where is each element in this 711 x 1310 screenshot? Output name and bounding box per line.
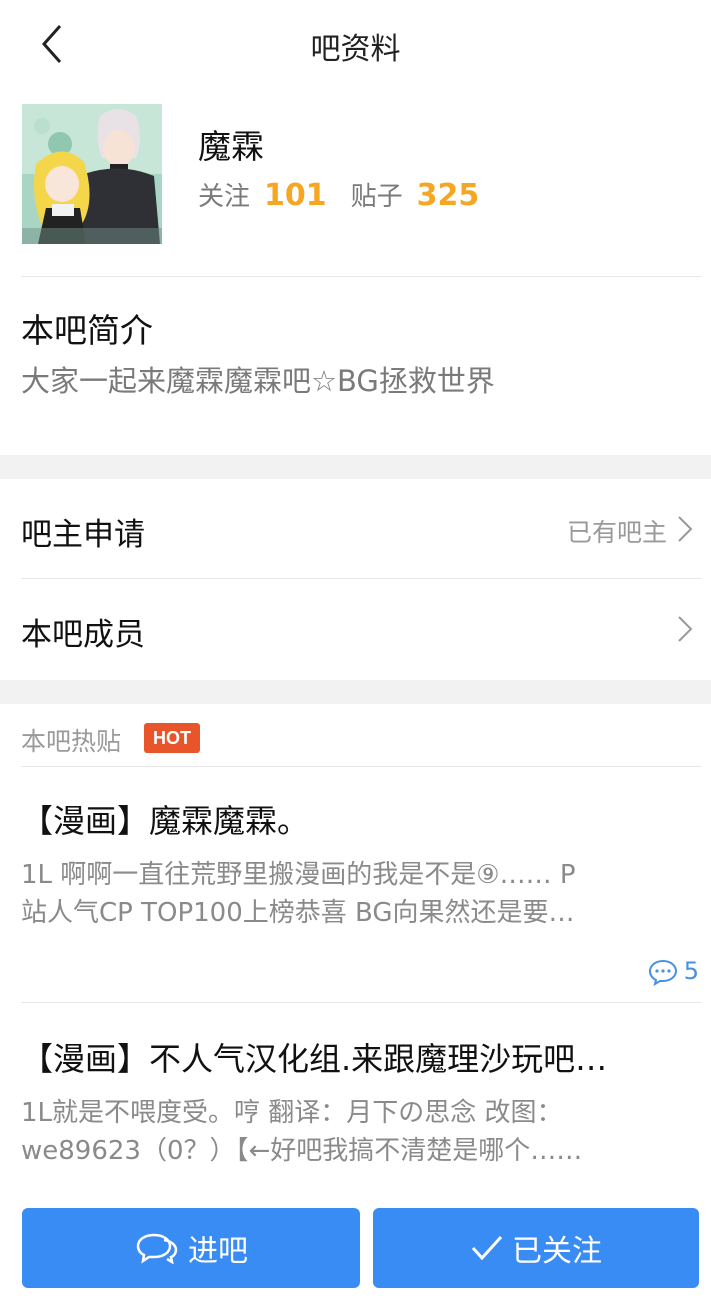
row-label: 吧主申请 xyxy=(21,517,145,553)
enter-forum-label: 进吧 xyxy=(188,1234,248,1269)
divider xyxy=(21,276,701,277)
posts-count: 325 xyxy=(416,178,480,213)
chat-icon xyxy=(136,1233,178,1264)
post-abstract: 1L就是不喂度受。哼 翻译：月下の思念 改图： we89623（0？）【←好吧我… xyxy=(21,1094,681,1170)
post-abstract-line: 1L 啊啊一直往荒野里搬漫画的我是不是⑨…… P xyxy=(21,860,576,890)
section-gap xyxy=(0,680,711,704)
divider xyxy=(21,1002,701,1003)
row-value: 已有吧主 xyxy=(566,518,667,547)
post-title: 【漫画】魔霖魔霖。 xyxy=(21,802,310,840)
top-bar: 吧资料 xyxy=(0,0,711,88)
followed-button[interactable]: 已关注 xyxy=(373,1208,699,1288)
post-abstract: 1L 啊啊一直往荒野里搬漫画的我是不是⑨…… P 站人气CP TOP100上榜恭… xyxy=(21,856,681,932)
row-owner-apply[interactable]: 吧主申请 已有吧主 xyxy=(0,479,711,579)
divider xyxy=(21,766,701,767)
comment-bubble-icon xyxy=(648,959,677,987)
post-abstract-line: 1L就是不喂度受。哼 翻译：月下の思念 改图： xyxy=(21,1098,563,1128)
row-label: 本吧成员 xyxy=(21,617,145,653)
follow-label: 关注 xyxy=(198,182,251,212)
post-abstract-line: we89623（0？）【←好吧我搞不清楚是哪个…… xyxy=(21,1136,583,1166)
row-members[interactable]: 本吧成员 xyxy=(0,579,711,679)
follow-count: 101 xyxy=(264,178,327,213)
post-title: 【漫画】不人气汉化组.来跟魔理沙玩吧… xyxy=(21,1040,608,1078)
comment-count: 5 xyxy=(648,956,699,987)
chevron-right-icon xyxy=(678,516,693,542)
section-gap xyxy=(0,455,711,479)
posts-label: 贴子 xyxy=(350,182,403,212)
hot-badge: HOT xyxy=(144,723,200,753)
forum-stats: 关注 101 贴子 325 xyxy=(198,176,503,213)
page-title: 吧资料 xyxy=(310,32,401,67)
hot-posts-header: 本吧热贴 xyxy=(21,727,122,756)
chevron-right-icon xyxy=(678,616,693,642)
post-abstract-line: 站人气CP TOP100上榜恭喜 BG向果然还是要… xyxy=(21,898,575,928)
intro-text: 大家一起来魔霖魔霖吧☆BG拯救世界 xyxy=(21,364,495,398)
intro-title: 本吧简介 xyxy=(21,311,153,350)
comment-count-value: 5 xyxy=(683,957,699,985)
check-icon xyxy=(471,1235,503,1261)
forum-avatar xyxy=(22,104,162,244)
followed-label: 已关注 xyxy=(512,1234,602,1269)
forum-name: 魔霖 xyxy=(198,127,264,166)
enter-forum-button[interactable]: 进吧 xyxy=(22,1208,360,1288)
